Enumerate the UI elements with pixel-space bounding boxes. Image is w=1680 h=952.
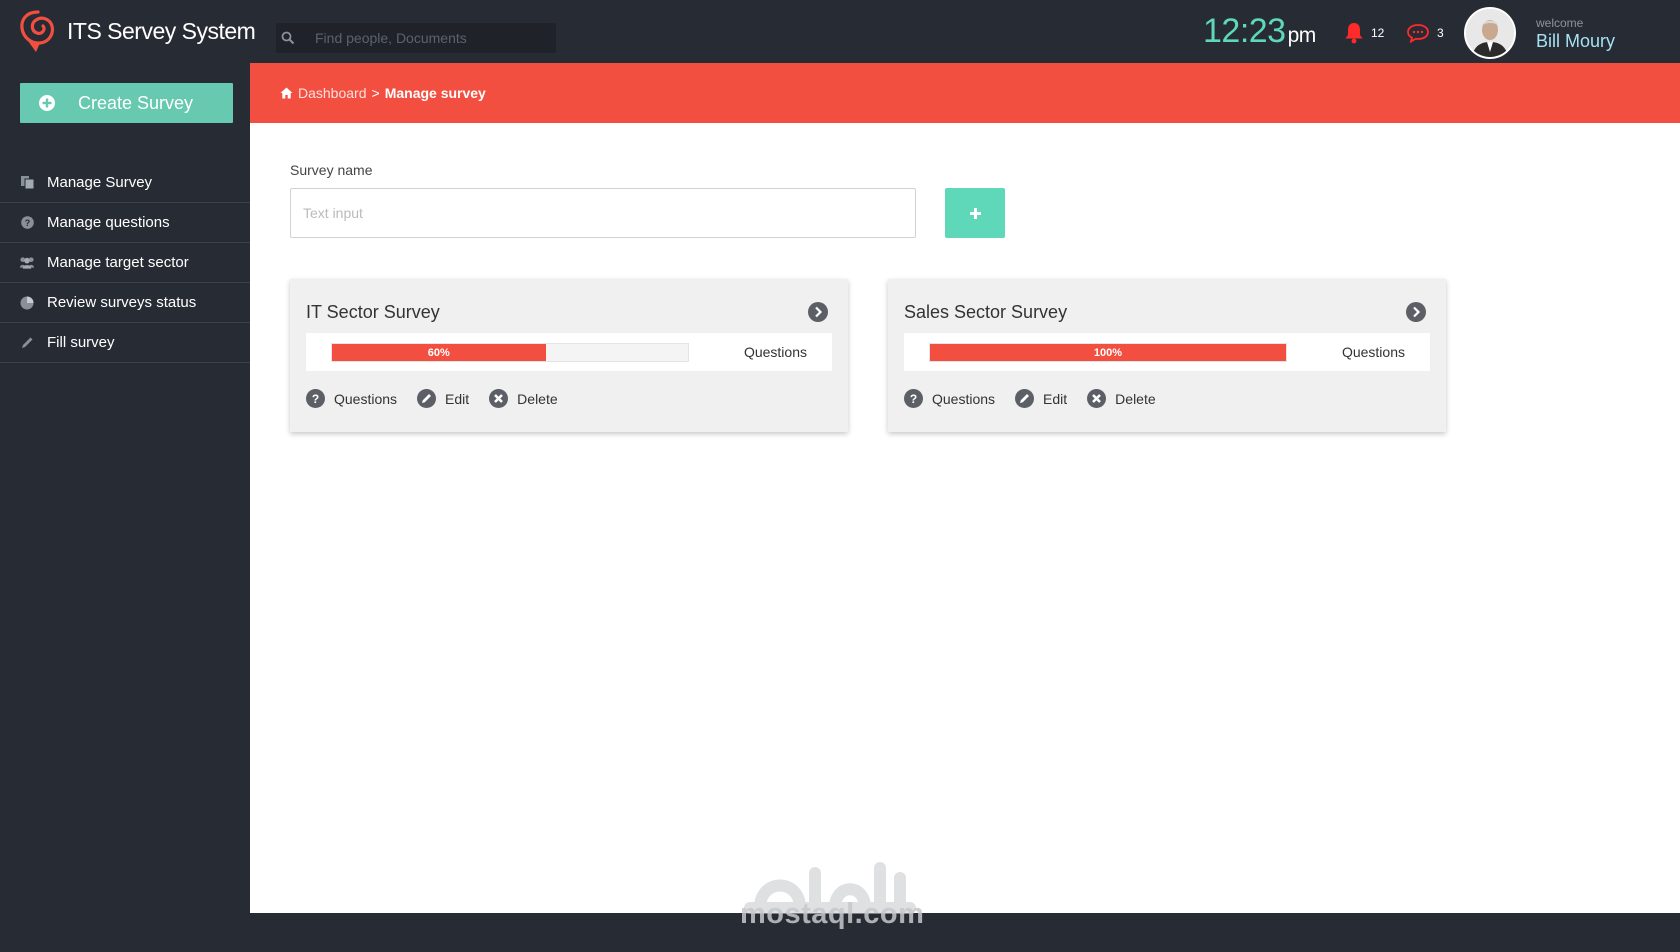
welcome-label: welcome xyxy=(1536,16,1584,30)
questions-button[interactable]: ? Questions xyxy=(306,389,397,408)
svg-text:?: ? xyxy=(910,392,917,406)
search-icon xyxy=(281,31,295,45)
notifications-count: 12 xyxy=(1371,26,1385,40)
sidebar-item-label: Manage Survey xyxy=(47,174,153,191)
brand-logo-icon xyxy=(20,10,55,52)
home-icon xyxy=(280,87,293,99)
progress-caption: Questions xyxy=(743,344,807,360)
question-circle-icon: ? xyxy=(19,215,35,231)
progress-label: 100% xyxy=(1093,346,1123,359)
progress-bar: 100% xyxy=(929,343,1287,362)
close-circle-icon xyxy=(1087,389,1107,408)
sidebar-item-label: Manage questions xyxy=(47,214,170,231)
sidebar-item-manage-target-sector[interactable]: Manage target sector xyxy=(0,243,250,283)
questions-label: Questions xyxy=(932,390,996,407)
survey-actions: ? Questions Edit Delete xyxy=(904,389,1176,408)
survey-progress-row: 60% Questions xyxy=(306,333,832,371)
breadcrumb: Dashboard > Manage survey xyxy=(250,63,1680,123)
question-circle-icon: ? xyxy=(904,389,923,408)
survey-progress-row: 100% Questions xyxy=(904,333,1430,371)
survey-card: Sales Sector Survey 100% Questions ? Que… xyxy=(888,279,1446,432)
questions-button[interactable]: ? Questions xyxy=(904,389,995,408)
breadcrumb-current: Manage survey xyxy=(384,85,486,101)
survey-title: Sales Sector Survey xyxy=(904,302,1068,322)
edit-label: Edit xyxy=(445,390,470,407)
create-survey-button[interactable]: Create Survey xyxy=(20,83,233,123)
watermark-text: mostaql.com xyxy=(740,898,925,930)
add-survey-button[interactable] xyxy=(945,188,1005,238)
svg-text:?: ? xyxy=(24,218,30,228)
notifications-button[interactable]: 12 xyxy=(1344,22,1384,44)
edit-label: Edit xyxy=(1043,390,1068,407)
sidebar-item-label: Fill survey xyxy=(47,334,115,351)
sidebar-item-label: Manage target sector xyxy=(47,254,189,271)
sidebar: Create Survey Manage Survey ? Manage que… xyxy=(0,63,250,913)
survey-name-label: Survey name xyxy=(290,162,373,178)
survey-title: IT Sector Survey xyxy=(306,302,440,322)
messages-button[interactable]: 3 xyxy=(1406,23,1444,43)
progress-label: 60% xyxy=(427,346,450,359)
clock-ampm: pm xyxy=(1287,24,1317,47)
bell-icon xyxy=(1345,23,1363,44)
main-content: Dashboard > Manage survey Survey name IT… xyxy=(250,63,1680,913)
sidebar-nav: Manage Survey ? Manage questions Manage … xyxy=(0,163,250,363)
user-photo-icon xyxy=(1466,9,1514,57)
sidebar-item-manage-survey[interactable]: Manage Survey xyxy=(0,163,250,203)
survey-card: IT Sector Survey 60% Questions ? Questio… xyxy=(290,279,848,432)
chat-bubble-icon xyxy=(1407,24,1429,43)
user-greeting: welcome Bill Moury xyxy=(1536,16,1615,52)
pencil-icon xyxy=(19,335,35,351)
breadcrumb-separator: > xyxy=(371,85,380,101)
questions-label: Questions xyxy=(334,390,398,407)
delete-label: Delete xyxy=(517,390,558,407)
delete-button[interactable]: Delete xyxy=(489,389,558,408)
chevron-right-circle-icon[interactable] xyxy=(808,302,828,322)
brand[interactable]: ITS Servey System xyxy=(18,8,256,54)
sidebar-item-label: Review surveys status xyxy=(47,294,197,311)
delete-label: Delete xyxy=(1115,390,1156,407)
question-circle-icon: ? xyxy=(306,389,325,408)
survey-actions: ? Questions Edit Delete xyxy=(306,389,578,408)
pencil-circle-icon xyxy=(1015,389,1035,408)
progress-caption: Questions xyxy=(1341,344,1405,360)
top-bar: ITS Servey System 12:23pm 12 3 xyxy=(0,0,1680,63)
search-input[interactable] xyxy=(315,30,545,46)
clock-time: 12:23 xyxy=(1203,12,1286,50)
user-name[interactable]: Bill Moury xyxy=(1536,31,1615,52)
plus-icon xyxy=(969,207,981,219)
delete-button[interactable]: Delete xyxy=(1087,389,1156,408)
breadcrumb-dashboard-link[interactable]: Dashboard xyxy=(298,85,367,101)
chevron-right-circle-icon[interactable] xyxy=(1406,302,1426,322)
plus-circle-icon xyxy=(39,95,55,111)
sidebar-item-fill-survey[interactable]: Fill survey xyxy=(0,323,250,363)
clock: 12:23pm xyxy=(1203,12,1316,51)
survey-name-input[interactable] xyxy=(290,188,916,238)
documents-icon xyxy=(19,175,35,191)
svg-text:?: ? xyxy=(312,392,319,406)
create-survey-label: Create Survey xyxy=(78,92,194,113)
search-box[interactable] xyxy=(276,23,556,53)
close-circle-icon xyxy=(489,389,509,408)
users-icon xyxy=(19,255,35,271)
progress-bar: 60% xyxy=(331,343,689,362)
sidebar-item-manage-questions[interactable]: ? Manage questions xyxy=(0,203,250,243)
sidebar-item-review-surveys-status[interactable]: Review surveys status xyxy=(0,283,250,323)
app-name: ITS Servey System xyxy=(67,17,256,44)
messages-count: 3 xyxy=(1437,26,1444,40)
pencil-circle-icon xyxy=(417,389,437,408)
progress-fill: 60% xyxy=(332,344,546,361)
avatar[interactable] xyxy=(1464,7,1516,59)
progress-fill: 100% xyxy=(930,344,1286,361)
pie-chart-icon xyxy=(19,295,35,311)
edit-button[interactable]: Edit xyxy=(1015,389,1067,408)
edit-button[interactable]: Edit xyxy=(417,389,469,408)
